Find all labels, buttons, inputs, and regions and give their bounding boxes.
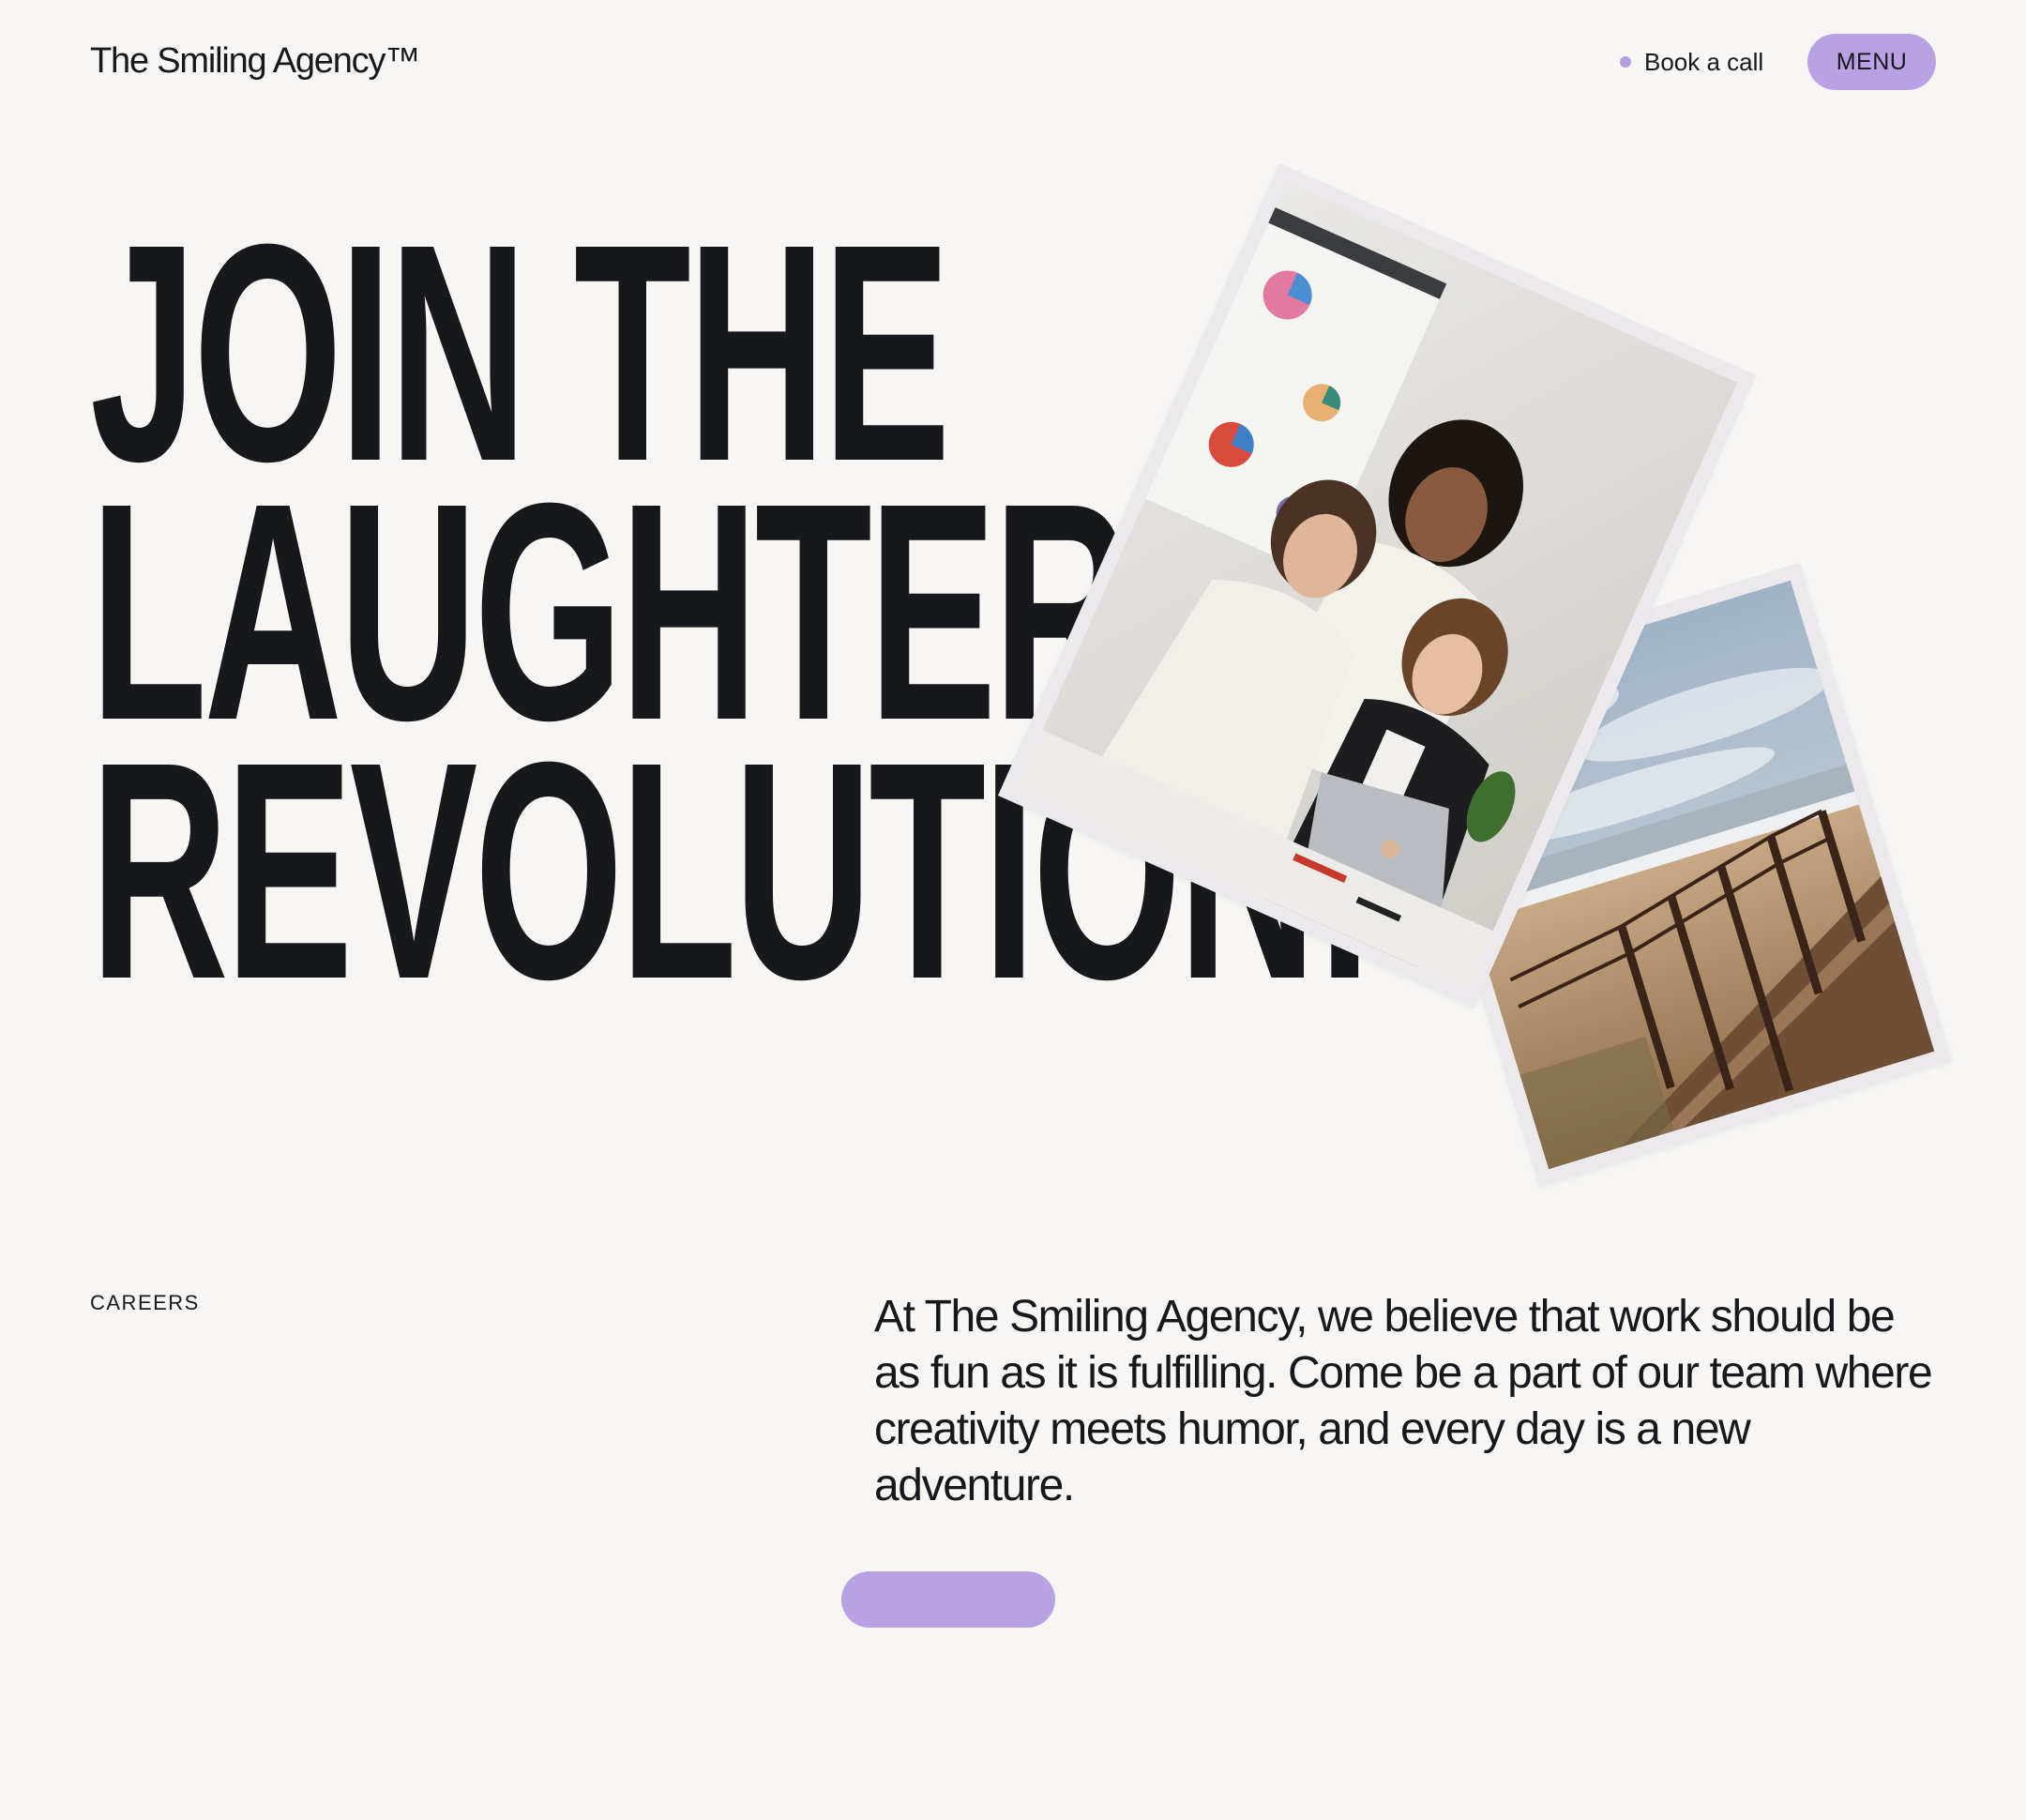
brand-logo[interactable]: The Smiling Agency™ [90, 41, 420, 82]
careers-cta-button[interactable] [841, 1571, 1055, 1628]
book-call-link[interactable]: Book a call [1620, 43, 1763, 81]
menu-button[interactable]: MENU [1807, 34, 1936, 90]
book-call-label: Book a call [1644, 47, 1764, 76]
careers-section-label: CAREERS [90, 1291, 200, 1314]
dot-icon [1620, 56, 1631, 68]
headline-line-3: REVOLUTION! [90, 697, 1377, 1043]
careers-intro-text: At The Smiling Agency, we believe that w… [874, 1292, 1933, 1510]
